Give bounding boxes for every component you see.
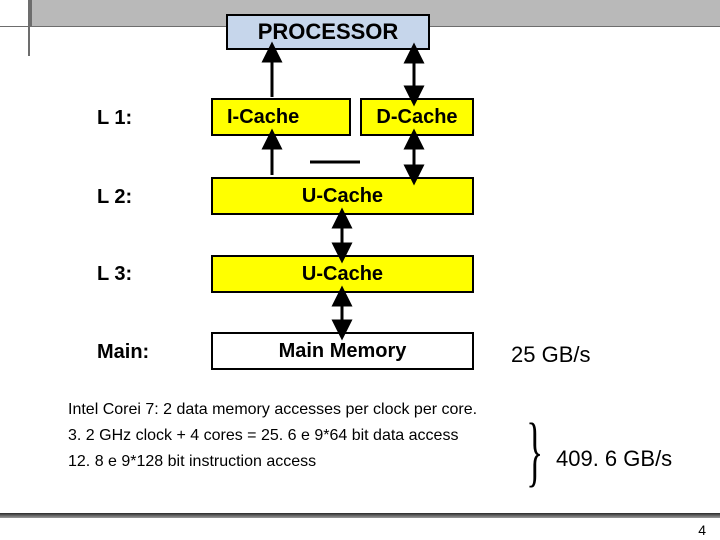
note-line2: 3. 2 GHz clock + 4 cores = 25. 6 e 9*64 … [68,424,458,448]
label-l3: L 3: [97,263,132,286]
label-l1: L 1: [97,107,132,130]
main-memory-box: Main Memory [211,332,474,370]
l1-dcache-box: D-Cache [360,98,474,136]
note-line3: 12. 8 e 9*128 bit instruction access [68,450,316,474]
label-l2: L 2: [97,186,132,209]
l2-ucache-box: U-Cache [211,177,474,215]
l1-icache-box: I-Cache [211,98,351,136]
bandwidth-total: 409. 6 GB/s [556,446,672,472]
brace-icon: } [526,412,543,490]
bandwidth-main: 25 GB/s [511,342,590,368]
processor-box: PROCESSOR [226,14,430,50]
page-number: 4 [698,522,706,538]
note-line1: Intel Corei 7: 2 data memory accesses pe… [68,398,477,422]
l3-ucache-box: U-Cache [211,255,474,293]
label-main: Main: [97,341,149,364]
diagram-stage: PROCESSOR L 1: L 2: L 3: Main: I-Cache D… [0,0,720,540]
bottom-bar [0,513,720,518]
